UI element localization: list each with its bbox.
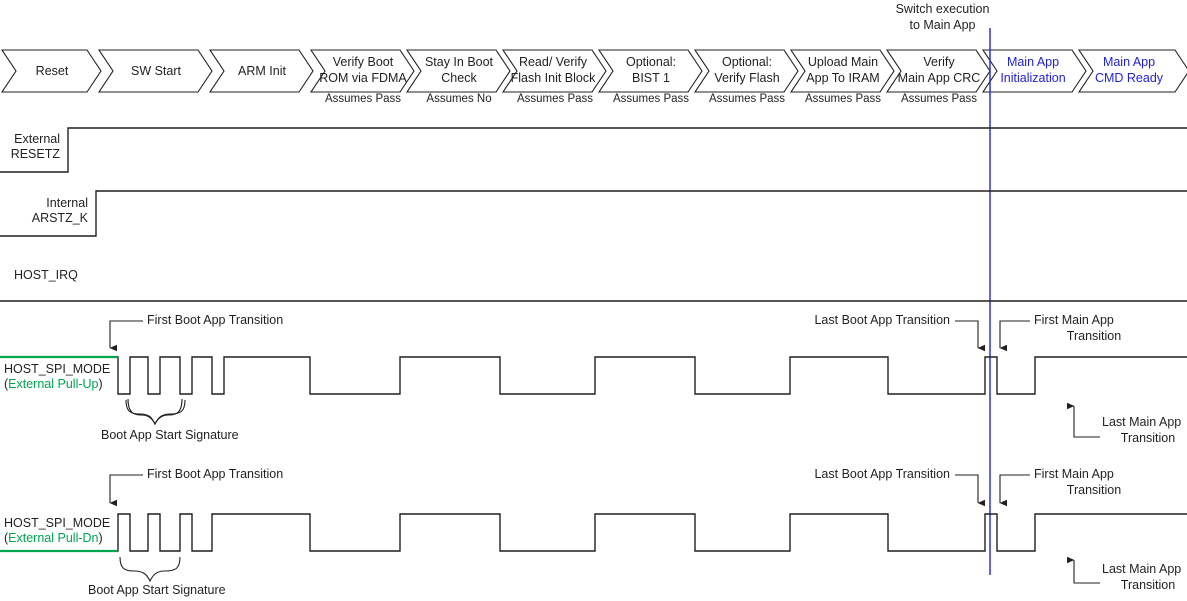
assumes-read-verify-flash: Assumes Pass [516, 93, 594, 105]
brace-boot-app-start-signature-up-row [127, 398, 183, 426]
annotation-last-boot-app-transition-up: Last Boot App Transition [814, 313, 950, 327]
annotation-first-boot-app-transition-dn: First Boot App Transition [147, 467, 284, 481]
flow-label-reset-line: Reset [35, 64, 69, 78]
flow-label-main-app-cmd-ready-line: Main App [1102, 55, 1156, 69]
flow-label-stay-in-boot-line: Check [441, 70, 477, 85]
signal-label-host-spi-mode-pull-up: HOST_SPI_MODE (External Pull-Up) [4, 362, 114, 392]
flow-label-arm-init-line: ARM Init [238, 64, 286, 78]
flow-label-verify-main-app-crc-line: Verify [923, 55, 955, 69]
annotation-last-main-app-transition-up-l1: Last Main App [1102, 415, 1182, 429]
assumes-verify-boot-rom: Assumes Pass [324, 93, 402, 105]
waveform-internal-arstz-k [0, 190, 1187, 237]
annotation-last-boot-app-transition-dn: Last Boot App Transition [814, 467, 950, 481]
flow-label-stay-in-boot[interactable]: Stay In Boot Check [414, 55, 504, 86]
flow-label-reset[interactable]: Reset [16, 64, 88, 80]
assumes-bist1: Assumes Pass [612, 93, 690, 105]
brace-boot-app-start-signature-dn-row [119, 556, 181, 583]
assumes-verify-flash: Assumes Pass [708, 93, 786, 105]
flow-label-read-verify-flash-line: Flash Init Block [510, 70, 596, 85]
flow-label-verify-flash-line: Verify Flash [714, 70, 780, 85]
arrow-last-main-app-transition-dn-row [1066, 556, 1100, 584]
waveform-external-resetz [0, 127, 1187, 173]
flow-label-main-app-initialization[interactable]: Main App Initialization [986, 55, 1080, 86]
flow-label-verify-boot-rom-line: ROM via FDMA [319, 70, 407, 85]
signal-label-external-resetz: External RESETZ [0, 132, 60, 162]
annotation-last-main-app-transition-up-l2: Transition [1120, 430, 1176, 445]
arrow-first-boot-app-transition-dn-row [109, 474, 143, 507]
flow-label-main-app-cmd-ready-line: CMD Ready [1094, 70, 1164, 85]
flow-label-verify-flash-line: Optional: [721, 55, 773, 69]
assumes-upload-main-app: Assumes Pass [804, 93, 882, 105]
timing-diagram-canvas: Switch execution to Main App Reset SW St… [0, 0, 1187, 601]
signal-label-host-spi-mode-pull-dn: HOST_SPI_MODE (External Pull-Dn) [4, 516, 114, 546]
flow-label-read-verify-flash[interactable]: Read/ Verify Flash Init Block [506, 55, 600, 86]
annotation-first-main-app-transition-dn: First Main App Transition [1034, 467, 1154, 498]
flow-label-upload-main-app-line: App To IRAM [806, 70, 880, 85]
signal-label-host-spi-mode-pull-dn-sub: (External Pull-Dn) [4, 531, 103, 545]
diagram-vector-layer [0, 28, 1187, 584]
arrow-first-main-app-transition-up-row [999, 320, 1030, 352]
flow-label-read-verify-flash-line: Read/ Verify [518, 55, 588, 69]
flow-label-bist1[interactable]: Optional: BIST 1 [606, 55, 696, 86]
assumes-stay-in-boot: Assumes No [426, 93, 492, 105]
signal-label-host-spi-mode-pull-up-sub: (External Pull-Up) [4, 377, 103, 391]
signal-label-host-spi-mode-pull-up-name: HOST_SPI_MODE [4, 362, 111, 376]
pull-up-text: External Pull-Up [8, 377, 99, 391]
switch-execution-note: Switch execution to Main App [875, 2, 1010, 33]
annotation-first-main-app-transition-dn-l2: Transition [1066, 482, 1122, 497]
pull-dn-text: External Pull-Dn [8, 531, 99, 545]
annotation-last-main-app-transition-up: Last Main App Transition [1102, 415, 1187, 446]
flow-label-upload-main-app[interactable]: Upload Main App To IRAM [796, 55, 890, 86]
signal-label-host-irq: HOST_IRQ [14, 268, 78, 282]
flow-label-bist1-line: Optional: [625, 55, 677, 69]
annotation-boot-app-start-signature-dn: Boot App Start Signature [88, 583, 226, 597]
signal-label-internal-arstz-k-l1: Internal [46, 196, 88, 210]
waveform-host-spi-mode-pull-up [0, 356, 1187, 395]
flow-label-main-app-initialization-line: Initialization [1000, 70, 1066, 85]
flow-label-bist1-line: BIST 1 [632, 70, 670, 85]
flow-label-arm-init[interactable]: ARM Init [224, 64, 300, 80]
annotation-first-main-app-transition-dn-l1: First Main App [1034, 467, 1114, 481]
arrow-last-main-app-transition-up-row [1066, 402, 1100, 438]
annotation-boot-app-start-signature-up: Boot App Start Signature [101, 428, 239, 442]
flow-label-upload-main-app-line: Upload Main [807, 55, 879, 69]
flow-label-verify-boot-rom[interactable]: Verify Boot ROM via FDMA [318, 55, 408, 86]
flow-label-sw-start-line: SW Start [130, 64, 181, 78]
signal-label-internal-arstz-k: Internal ARSTZ_K [0, 196, 88, 226]
annotation-first-boot-app-transition-up: First Boot App Transition [147, 313, 284, 327]
flow-label-verify-main-app-crc[interactable]: Verify Main App CRC [892, 55, 986, 86]
arrow-first-boot-app-transition-up-row [109, 320, 143, 352]
flow-label-verify-boot-rom-line: Verify Boot [332, 55, 394, 69]
annotation-first-main-app-transition-up-l1: First Main App [1034, 313, 1114, 327]
flow-label-stay-in-boot-line: Stay In Boot [424, 55, 494, 69]
annotation-first-main-app-transition-up-l2: Transition [1066, 328, 1122, 343]
signal-label-external-resetz-l1: External [14, 132, 60, 146]
flow-label-verify-main-app-crc-line: Main App CRC [897, 70, 981, 85]
annotation-last-main-app-transition-dn-l2: Transition [1120, 577, 1176, 592]
flow-label-main-app-initialization-line: Main App [1006, 55, 1060, 69]
signal-label-host-spi-mode-pull-dn-name: HOST_SPI_MODE [4, 516, 111, 530]
arrow-first-main-app-transition-dn-row [999, 474, 1030, 507]
switch-execution-note-line1: Switch execution [895, 2, 990, 16]
switch-execution-note-line2: to Main App [909, 17, 976, 32]
assumes-verify-main-app-crc: Assumes Pass [900, 93, 978, 105]
annotation-last-main-app-transition-dn: Last Main App Transition [1102, 562, 1187, 593]
annotation-first-main-app-transition-up: First Main App Transition [1034, 313, 1154, 344]
flow-label-main-app-cmd-ready[interactable]: Main App CMD Ready [1082, 55, 1176, 86]
annotation-last-main-app-transition-dn-l1: Last Main App [1102, 562, 1182, 576]
waveform-host-spi-mode-pull-dn [0, 513, 1187, 552]
flow-label-sw-start[interactable]: SW Start [113, 64, 199, 80]
signal-label-internal-arstz-k-l2: ARSTZ_K [31, 211, 88, 225]
arrow-last-boot-app-transition-up-row [955, 320, 986, 352]
brace-boot-app-start-signature-up-row-wide [125, 399, 186, 426]
arrow-last-boot-app-transition-dn-row [955, 474, 986, 507]
signal-label-external-resetz-l2: RESETZ [10, 147, 60, 161]
flow-label-verify-flash[interactable]: Optional: Verify Flash [702, 55, 792, 86]
